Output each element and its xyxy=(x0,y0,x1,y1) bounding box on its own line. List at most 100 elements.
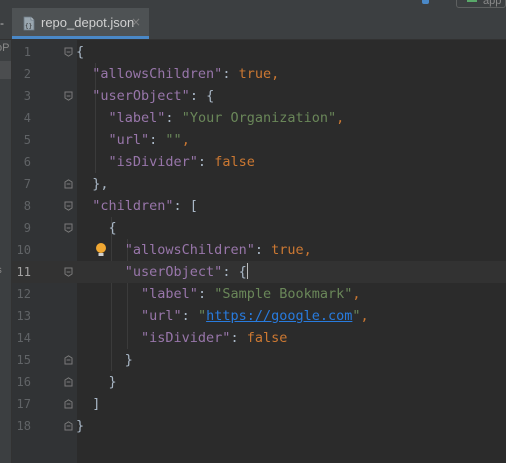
code-line[interactable]: 3 "userObject": { xyxy=(12,85,506,107)
code-token: , xyxy=(271,66,280,82)
code-line[interactable]: 14 "isDivider": false xyxy=(12,327,506,349)
run-config-selector[interactable]: app xyxy=(456,0,506,8)
line-number[interactable]: 15 xyxy=(12,349,31,371)
line-number[interactable]: 12 xyxy=(12,283,31,305)
line-number[interactable]: 5 xyxy=(12,129,31,151)
code-text[interactable]: } xyxy=(76,349,133,371)
run-config-icon xyxy=(467,0,477,2)
line-number[interactable]: 3 xyxy=(12,85,31,107)
close-icon[interactable]: × xyxy=(131,8,141,37)
url-link[interactable]: https://google.com xyxy=(206,308,352,324)
fold-icon[interactable] xyxy=(64,179,73,189)
code-token: , xyxy=(303,242,312,258)
line-number[interactable]: 1 xyxy=(12,41,31,63)
code-token: : xyxy=(254,242,272,258)
line-number[interactable]: 11 xyxy=(12,261,31,283)
code-line[interactable]: 18} xyxy=(12,415,506,437)
project-panel-fragment: oP xyxy=(0,42,10,54)
code-token: "url" xyxy=(108,132,150,148)
code-text[interactable]: } xyxy=(76,371,117,393)
code-text[interactable]: "allowsChildren": true, xyxy=(76,63,279,85)
tab-bar-left-stub: - xyxy=(0,16,4,30)
code-text[interactable]: ] xyxy=(76,393,100,415)
code-token: { xyxy=(76,220,117,236)
code-token: , xyxy=(352,286,361,302)
code-token: , xyxy=(181,132,190,148)
code-line[interactable]: 15 } xyxy=(12,349,506,371)
line-number[interactable]: 16 xyxy=(12,371,31,393)
code-line[interactable]: 1{ xyxy=(12,41,506,63)
code-token: : xyxy=(149,132,166,148)
code-text[interactable]: "url": "https://google.com", xyxy=(76,305,369,327)
line-number[interactable]: 2 xyxy=(12,63,31,85)
code-line[interactable]: 9 { xyxy=(12,217,506,239)
code-text[interactable]: "label": "Sample Bookmark", xyxy=(76,283,361,305)
code-text[interactable]: "isDivider": false xyxy=(76,327,287,349)
line-number[interactable]: 7 xyxy=(12,173,31,195)
code-text[interactable]: "userObject": { xyxy=(76,85,214,107)
code-text[interactable]: "userObject": { xyxy=(76,261,248,283)
code-text[interactable]: }, xyxy=(76,173,109,195)
run-indicator-icon[interactable] xyxy=(422,0,429,4)
line-number[interactable]: 4 xyxy=(12,107,31,129)
code-line[interactable]: 5 "url": "", xyxy=(12,129,506,151)
code-token: }, xyxy=(76,176,109,192)
fold-icon[interactable] xyxy=(64,201,73,211)
line-number[interactable]: 18 xyxy=(12,415,31,437)
line-number[interactable]: 8 xyxy=(12,195,31,217)
json-file-icon: {} xyxy=(23,16,35,31)
code-line[interactable]: 12 "label": "Sample Bookmark", xyxy=(12,283,506,305)
fold-icon[interactable] xyxy=(64,47,73,57)
code-token: "children" xyxy=(92,198,174,214)
fold-icon[interactable] xyxy=(64,421,73,431)
code-token: } xyxy=(76,352,133,368)
tab-repo-depot-json[interactable]: {} repo_depot.json × xyxy=(12,8,149,39)
line-number[interactable]: 9 xyxy=(12,217,31,239)
code-line[interactable]: 7 }, xyxy=(12,173,506,195)
code-line[interactable]: 4 "label": "Your Organization", xyxy=(12,107,506,129)
line-number[interactable]: 14 xyxy=(12,327,31,349)
fold-icon[interactable] xyxy=(64,355,73,365)
code-token: "userObject" xyxy=(124,264,223,280)
code-text[interactable]: "allowsChildren": true, xyxy=(76,239,312,261)
line-number[interactable]: 13 xyxy=(12,305,31,327)
code-line[interactable]: 16 } xyxy=(12,371,506,393)
project-panel-edge[interactable]: oP ts xyxy=(0,40,12,463)
code-text[interactable]: "label": "Your Organization", xyxy=(76,107,345,129)
active-tab-indicator xyxy=(12,36,149,39)
code-line[interactable]: 13 "url": "https://google.com", xyxy=(12,305,506,327)
code-line[interactable]: 8 "children": [ xyxy=(12,195,506,217)
line-number[interactable]: 17 xyxy=(12,393,31,415)
code-text[interactable]: "isDivider": false xyxy=(76,151,255,173)
lightbulb-icon[interactable] xyxy=(94,242,108,258)
code-token: , xyxy=(336,110,345,126)
code-text[interactable]: { xyxy=(76,217,117,239)
fold-icon[interactable] xyxy=(64,223,73,233)
fold-icon[interactable] xyxy=(64,377,73,387)
code-text[interactable]: { xyxy=(76,41,84,63)
code-token: : xyxy=(197,154,215,170)
code-text[interactable]: "children": [ xyxy=(76,195,198,217)
code-line[interactable]: 6 "isDivider": false xyxy=(12,151,506,173)
code-token: " xyxy=(197,308,207,324)
code-line[interactable]: 11 "userObject": { xyxy=(12,261,506,283)
code-text[interactable]: } xyxy=(76,415,84,437)
line-number[interactable]: 6 xyxy=(12,151,31,173)
code-line[interactable]: 2 "allowsChildren": true, xyxy=(12,63,506,85)
code-line[interactable]: 10 "allowsChildren": true, xyxy=(12,239,506,261)
fold-icon[interactable] xyxy=(64,399,73,409)
code-line[interactable]: 17 ] xyxy=(12,393,506,415)
fold-icon[interactable] xyxy=(64,91,73,101)
code-text[interactable]: "url": "", xyxy=(76,129,190,151)
fold-icon[interactable] xyxy=(64,267,73,277)
line-number[interactable]: 10 xyxy=(12,239,31,261)
code-token: "" xyxy=(165,132,182,148)
code-token: : xyxy=(230,330,247,346)
code-token: false xyxy=(246,330,288,346)
